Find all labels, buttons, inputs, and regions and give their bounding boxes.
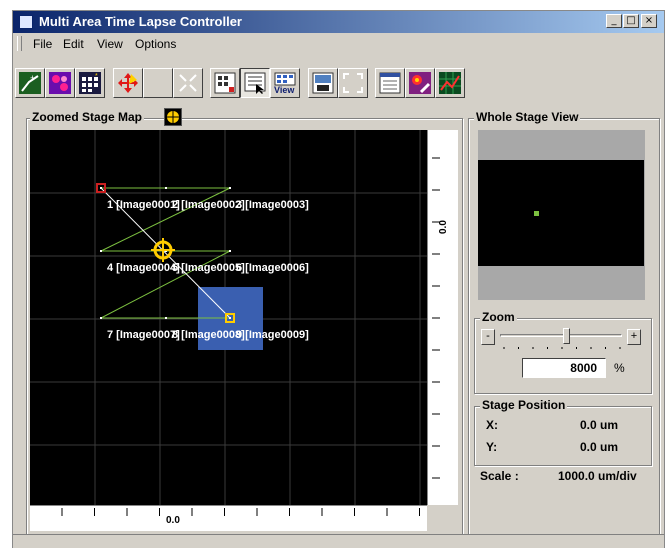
- disabled-tool-3-button[interactable]: [338, 68, 368, 98]
- area-point: [165, 317, 167, 319]
- area-label: 5 [Image0005]: [172, 262, 245, 274]
- area-point: [100, 187, 102, 189]
- multi-area-button[interactable]: [210, 68, 240, 98]
- stage-position-marker: [534, 211, 539, 216]
- zoom-slider-thumb[interactable]: [563, 328, 570, 344]
- zoom-input[interactable]: 8000: [522, 358, 606, 378]
- capture-button[interactable]: [308, 68, 338, 98]
- grid-button[interactable]: *: [75, 68, 105, 98]
- capture-icon: [312, 72, 334, 94]
- scale-label: Scale :: [480, 469, 519, 483]
- status-bar: [13, 534, 664, 548]
- area-label: 9 [Image0009]: [236, 329, 309, 341]
- maximize-button[interactable]: □: [623, 14, 639, 28]
- pattern-button[interactable]: [45, 68, 75, 98]
- center-target-button[interactable]: [164, 108, 182, 126]
- close-button[interactable]: ×: [641, 14, 657, 28]
- svg-text:+: +: [30, 73, 35, 83]
- zoomed-map-canvas[interactable]: 1 [Image0001] 2 [Image0002] 3 [Image0003] 4…: [30, 130, 427, 505]
- area-point: [100, 317, 102, 319]
- x-label: X:: [486, 418, 498, 432]
- area-label: 8 [Image0008]: [172, 329, 245, 341]
- svg-text:*: *: [95, 73, 98, 80]
- stage-position-group: [474, 406, 652, 466]
- area-label: 7 [Image0007]: [107, 329, 180, 341]
- list-view-icon: [244, 72, 266, 94]
- panel-button[interactable]: [375, 68, 405, 98]
- horizontal-ruler: 0.0: [30, 505, 453, 531]
- area-label: 6 [Image0006]: [236, 262, 309, 274]
- vertical-ruler: 0.0: [427, 130, 458, 511]
- area-label: 1 [Image0001]: [107, 199, 180, 211]
- add-point-button[interactable]: +: [15, 68, 45, 98]
- menu-options[interactable]: Options: [135, 37, 176, 51]
- view-button[interactable]: View: [270, 68, 300, 98]
- window-title: Multi Area Time Lapse Controller: [39, 14, 242, 29]
- zoom-in-button[interactable]: +: [627, 329, 641, 345]
- grid-icon: *: [79, 72, 101, 94]
- disabled-tool-2-button[interactable]: [173, 68, 203, 98]
- zoom-out-button[interactable]: -: [481, 329, 495, 345]
- map-svg[interactable]: 1 [Image0001]2 [Image0002]3 [Image0003] 4…: [30, 130, 427, 505]
- minimize-button[interactable]: _: [606, 14, 622, 28]
- crosshair-icon: [165, 109, 181, 125]
- pattern-icon: [49, 72, 71, 94]
- menu-view[interactable]: View: [97, 37, 123, 51]
- list-view-button[interactable]: [240, 68, 270, 98]
- whole-stage-title: Whole Stage View: [474, 110, 581, 124]
- menu-bar: File Edit View Options: [13, 33, 664, 55]
- zoomed-map-title: Zoomed Stage Map: [30, 110, 145, 124]
- multi-area-icon: [214, 72, 236, 94]
- vertical-axis-value: 0.0: [438, 220, 449, 234]
- app-icon: [19, 15, 33, 29]
- area-point: [229, 317, 231, 319]
- graph-button[interactable]: [435, 68, 465, 98]
- zoom-title: Zoom: [480, 310, 517, 324]
- toolbar: + * View: [12, 56, 665, 100]
- area-label: 2 [Image0002]: [172, 199, 245, 211]
- x-value: 0.0 um: [580, 418, 619, 432]
- area-point: [100, 250, 102, 252]
- zoom-slider[interactable]: [500, 328, 622, 354]
- panel-icon: [379, 72, 401, 94]
- title-bar[interactable]: Multi Area Time Lapse Controller _ □ ×: [13, 11, 664, 33]
- area-point: [229, 187, 231, 189]
- area-label: 4 [Image0004]: [107, 262, 180, 274]
- y-label: Y:: [486, 440, 498, 454]
- zoom-unit: %: [614, 361, 625, 375]
- scale-value: 1000.0 um/div: [558, 469, 637, 483]
- area-point: [165, 187, 167, 189]
- disabled-fit-icon: [343, 73, 363, 93]
- move-stage-button[interactable]: [113, 68, 143, 98]
- area-point: [229, 250, 231, 252]
- stage-position-title: Stage Position: [480, 398, 568, 412]
- horizontal-axis-value: 0.0: [166, 515, 180, 526]
- view-button-label: View: [274, 85, 295, 95]
- add-point-icon: +: [19, 72, 41, 94]
- menu-grip-icon: [17, 36, 22, 51]
- whole-stage-canvas[interactable]: [478, 160, 644, 266]
- settings-icon: [409, 72, 431, 94]
- settings-button[interactable]: [405, 68, 435, 98]
- graph-icon: [439, 72, 461, 94]
- area-label: 3 [Image0003]: [236, 199, 309, 211]
- move-stage-icon: [118, 73, 138, 93]
- menu-file[interactable]: File: [33, 37, 52, 51]
- menu-edit[interactable]: Edit: [63, 37, 84, 51]
- disabled-expand-icon: [179, 74, 197, 92]
- disabled-tool-1-button[interactable]: [143, 68, 173, 98]
- y-value: 0.0 um: [580, 440, 619, 454]
